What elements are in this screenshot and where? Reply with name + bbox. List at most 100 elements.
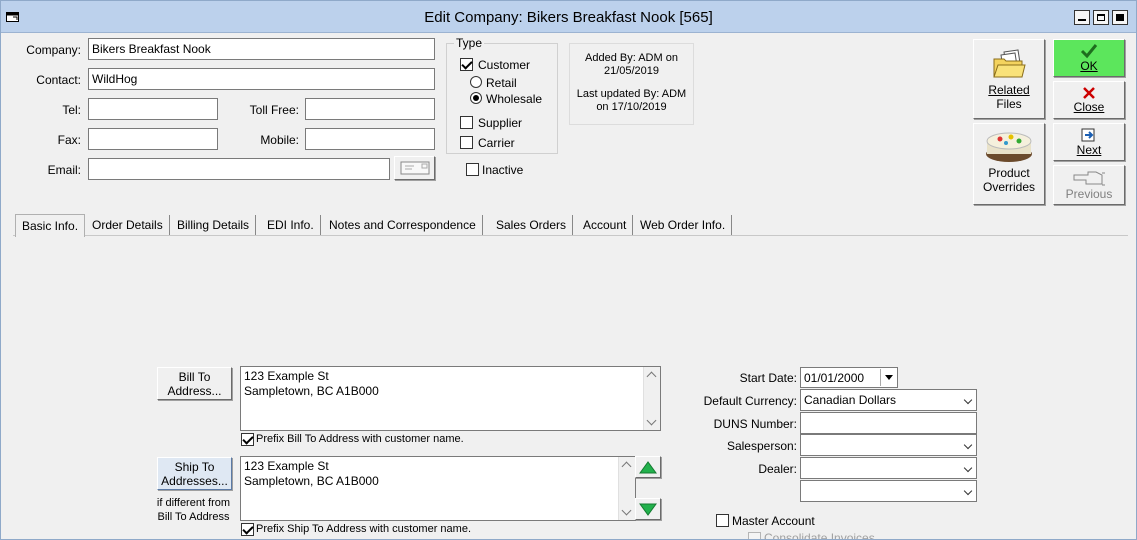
- scroll-up-arrow-icon[interactable]: [621, 461, 632, 472]
- tel-input[interactable]: [88, 98, 218, 120]
- wholesale-radio[interactable]: [470, 92, 482, 104]
- ship-to-button-line2: Addresses...: [161, 474, 228, 488]
- fax-input[interactable]: [88, 128, 218, 150]
- checkmark-icon: [1080, 44, 1098, 59]
- scroll-down-arrow-icon[interactable]: [621, 505, 632, 516]
- ship-to-move-down-button[interactable]: [635, 498, 661, 520]
- scroll-down-arrow-icon[interactable]: [646, 415, 657, 426]
- chevron-down-icon: [963, 395, 973, 405]
- next-record-icon: [1081, 128, 1095, 142]
- contact-input[interactable]: WildHog: [88, 68, 435, 90]
- retail-radio[interactable]: [470, 76, 482, 88]
- bill-to-scrollbar[interactable]: [643, 367, 660, 430]
- pointing-hand-icon: [1073, 171, 1105, 186]
- email-input[interactable]: [88, 158, 390, 180]
- ship-to-addresses-button[interactable]: Ship To Addresses...: [157, 457, 232, 490]
- ship-to-note-line1: if different from: [156, 497, 231, 509]
- ship-to-scrollbar[interactable]: [618, 457, 635, 520]
- start-date-value: 01/01/2000: [804, 371, 865, 385]
- supplier-checkbox[interactable]: [460, 116, 473, 129]
- maximize-button[interactable]: [1093, 10, 1109, 25]
- product-overrides-line1: Product: [988, 166, 1030, 180]
- folder-icon: [993, 49, 1026, 78]
- consolidate-invoices-checkbox[interactable]: [748, 532, 761, 539]
- tab-edi-info[interactable]: EDI Info.: [261, 215, 321, 235]
- ship-to-note-line2: Bill To Address: [157, 511, 230, 523]
- dealer-label: Dealer:: [758, 462, 797, 476]
- dealer-select[interactable]: [800, 457, 977, 479]
- related-files-button[interactable]: Related Files: [973, 39, 1045, 119]
- tab-basic-info[interactable]: Basic Info.: [15, 214, 86, 237]
- tab-web-order-info[interactable]: Web Order Info.: [634, 215, 733, 235]
- start-date-label: Start Date:: [739, 371, 797, 385]
- date-dropdown-button[interactable]: [880, 369, 896, 386]
- start-date-picker[interactable]: 01/01/2000: [800, 367, 898, 388]
- bill-to-address-textarea[interactable]: 123 Example St Sampletown, BC A1B000: [240, 366, 661, 431]
- tab-notes-correspondence[interactable]: Notes and Correspondence: [323, 215, 483, 235]
- duns-number-input[interactable]: [800, 412, 977, 434]
- dropdown-triangle-icon: [885, 375, 893, 380]
- tab-sales-orders[interactable]: Sales Orders: [490, 215, 574, 235]
- tab-billing-details[interactable]: Billing Details: [171, 215, 257, 235]
- contact-label: Contact:: [36, 73, 81, 87]
- ship-to-address-textarea[interactable]: 123 Example St Sampletown, BC A1B000: [240, 456, 636, 521]
- bill-to-address-line2: Sampletown, BC A1B000: [244, 384, 379, 398]
- bill-to-button-line2: Address...: [167, 384, 222, 398]
- prefix-bill-to-checkbox[interactable]: [241, 433, 254, 446]
- fax-label: Fax:: [57, 133, 81, 147]
- minimize-button[interactable]: [1074, 10, 1090, 25]
- master-account-label: Master Account: [732, 514, 815, 528]
- related-files-line2: Files: [996, 97, 1022, 111]
- prefix-ship-to-label: Prefix Ship To Address with customer nam…: [256, 523, 472, 535]
- close-button[interactable]: Close: [1053, 81, 1125, 119]
- ship-to-button-line1: Ship To: [174, 460, 215, 474]
- envelope-icon: [400, 161, 429, 175]
- added-by-line2: 21/05/2019: [603, 65, 660, 77]
- tollfree-input[interactable]: [305, 98, 435, 120]
- send-email-button[interactable]: [394, 156, 435, 180]
- mobile-input[interactable]: [305, 128, 435, 150]
- secondary-dealer-select[interactable]: [800, 480, 977, 502]
- company-input[interactable]: Bikers Breakfast Nook: [88, 38, 435, 60]
- mobile-label: Mobile:: [260, 133, 299, 147]
- ship-to-address-line1: 123 Example St: [244, 459, 329, 473]
- ship-to-move-up-button[interactable]: [635, 456, 661, 478]
- tab-order-details[interactable]: Order Details: [86, 215, 170, 235]
- tab-account[interactable]: Account: [577, 215, 634, 235]
- tab-strip-line: [13, 235, 1128, 236]
- inactive-checkbox[interactable]: [466, 163, 479, 176]
- default-currency-label: Default Currency:: [703, 394, 797, 408]
- tollfree-label: Toll Free:: [249, 103, 299, 117]
- supplier-label: Supplier: [478, 116, 523, 130]
- close-label: Close: [1073, 100, 1105, 114]
- company-label: Company:: [26, 43, 81, 57]
- chevron-down-icon: [963, 440, 973, 450]
- prefix-ship-to-checkbox[interactable]: [241, 523, 254, 536]
- salesperson-select[interactable]: [800, 434, 977, 456]
- inactive-label: Inactive: [482, 163, 524, 177]
- bill-to-address-button[interactable]: Bill To Address...: [157, 367, 232, 400]
- chevron-down-icon: [963, 463, 973, 473]
- previous-button[interactable]: Previous: [1053, 165, 1125, 205]
- updated-by-line2: on 17/10/2019: [596, 101, 667, 113]
- consolidate-invoices-label: Consolidate Invoices: [764, 531, 875, 540]
- bill-to-button-line1: Bill To: [178, 370, 211, 384]
- product-overrides-button[interactable]: Product Overrides: [973, 123, 1045, 205]
- product-overrides-line2: Overrides: [982, 180, 1035, 194]
- chevron-down-icon: [963, 486, 973, 496]
- retail-label: Retail: [486, 76, 517, 90]
- type-group-label: Type: [454, 36, 485, 50]
- carrier-checkbox[interactable]: [460, 136, 473, 149]
- green-down-arrow-icon: [639, 503, 657, 516]
- prefix-bill-to-label: Prefix Bill To Address with customer nam…: [256, 433, 464, 445]
- email-label: Email:: [47, 163, 81, 177]
- default-currency-select[interactable]: Canadian Dollars: [800, 389, 977, 411]
- customer-label: Customer: [478, 58, 531, 72]
- master-account-checkbox[interactable]: [716, 514, 729, 527]
- ok-button[interactable]: OK: [1053, 39, 1125, 77]
- next-button[interactable]: Next: [1053, 123, 1125, 161]
- customer-checkbox[interactable]: [460, 58, 473, 71]
- scroll-up-arrow-icon[interactable]: [646, 371, 657, 382]
- next-label: Next: [1076, 143, 1102, 157]
- close-window-button[interactable]: [1112, 10, 1128, 25]
